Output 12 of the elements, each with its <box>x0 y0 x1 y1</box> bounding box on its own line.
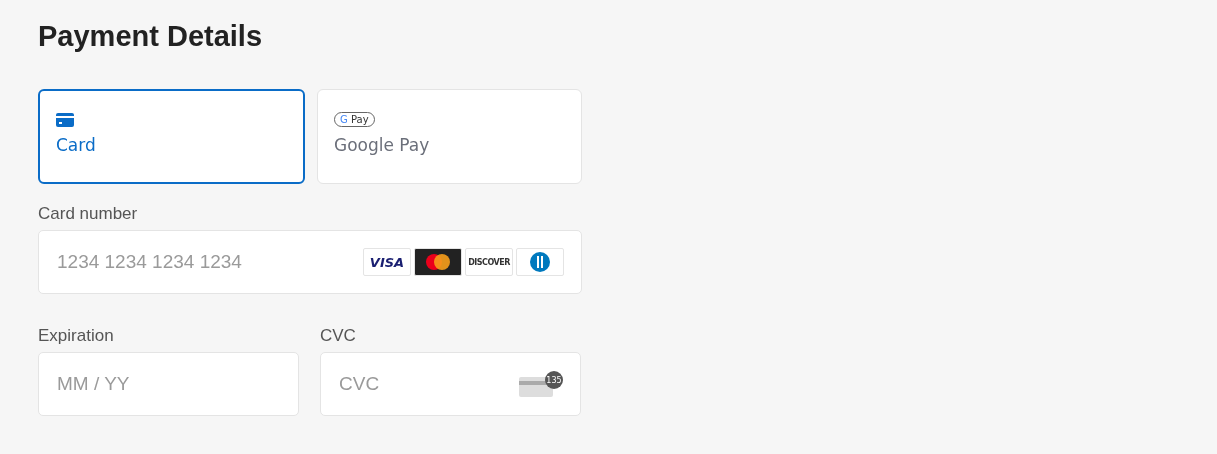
credit-card-icon <box>56 113 74 127</box>
field-label: Expiration <box>38 326 115 346</box>
discover-logo: DISCOVER <box>465 248 513 276</box>
field-label: Card number <box>38 204 139 224</box>
diners-logo <box>516 248 564 276</box>
mastercard-logo <box>414 248 462 276</box>
payment-method-tab[interactable]: Card <box>38 89 305 184</box>
visa-logo: VISA <box>363 248 411 276</box>
expiration-field[interactable]: MM / YY <box>38 352 299 416</box>
field-label: CVC <box>320 326 357 346</box>
payment-method-tab[interactable]: G Pay Google Pay <box>317 89 582 184</box>
page-title: Payment Details <box>38 20 264 53</box>
